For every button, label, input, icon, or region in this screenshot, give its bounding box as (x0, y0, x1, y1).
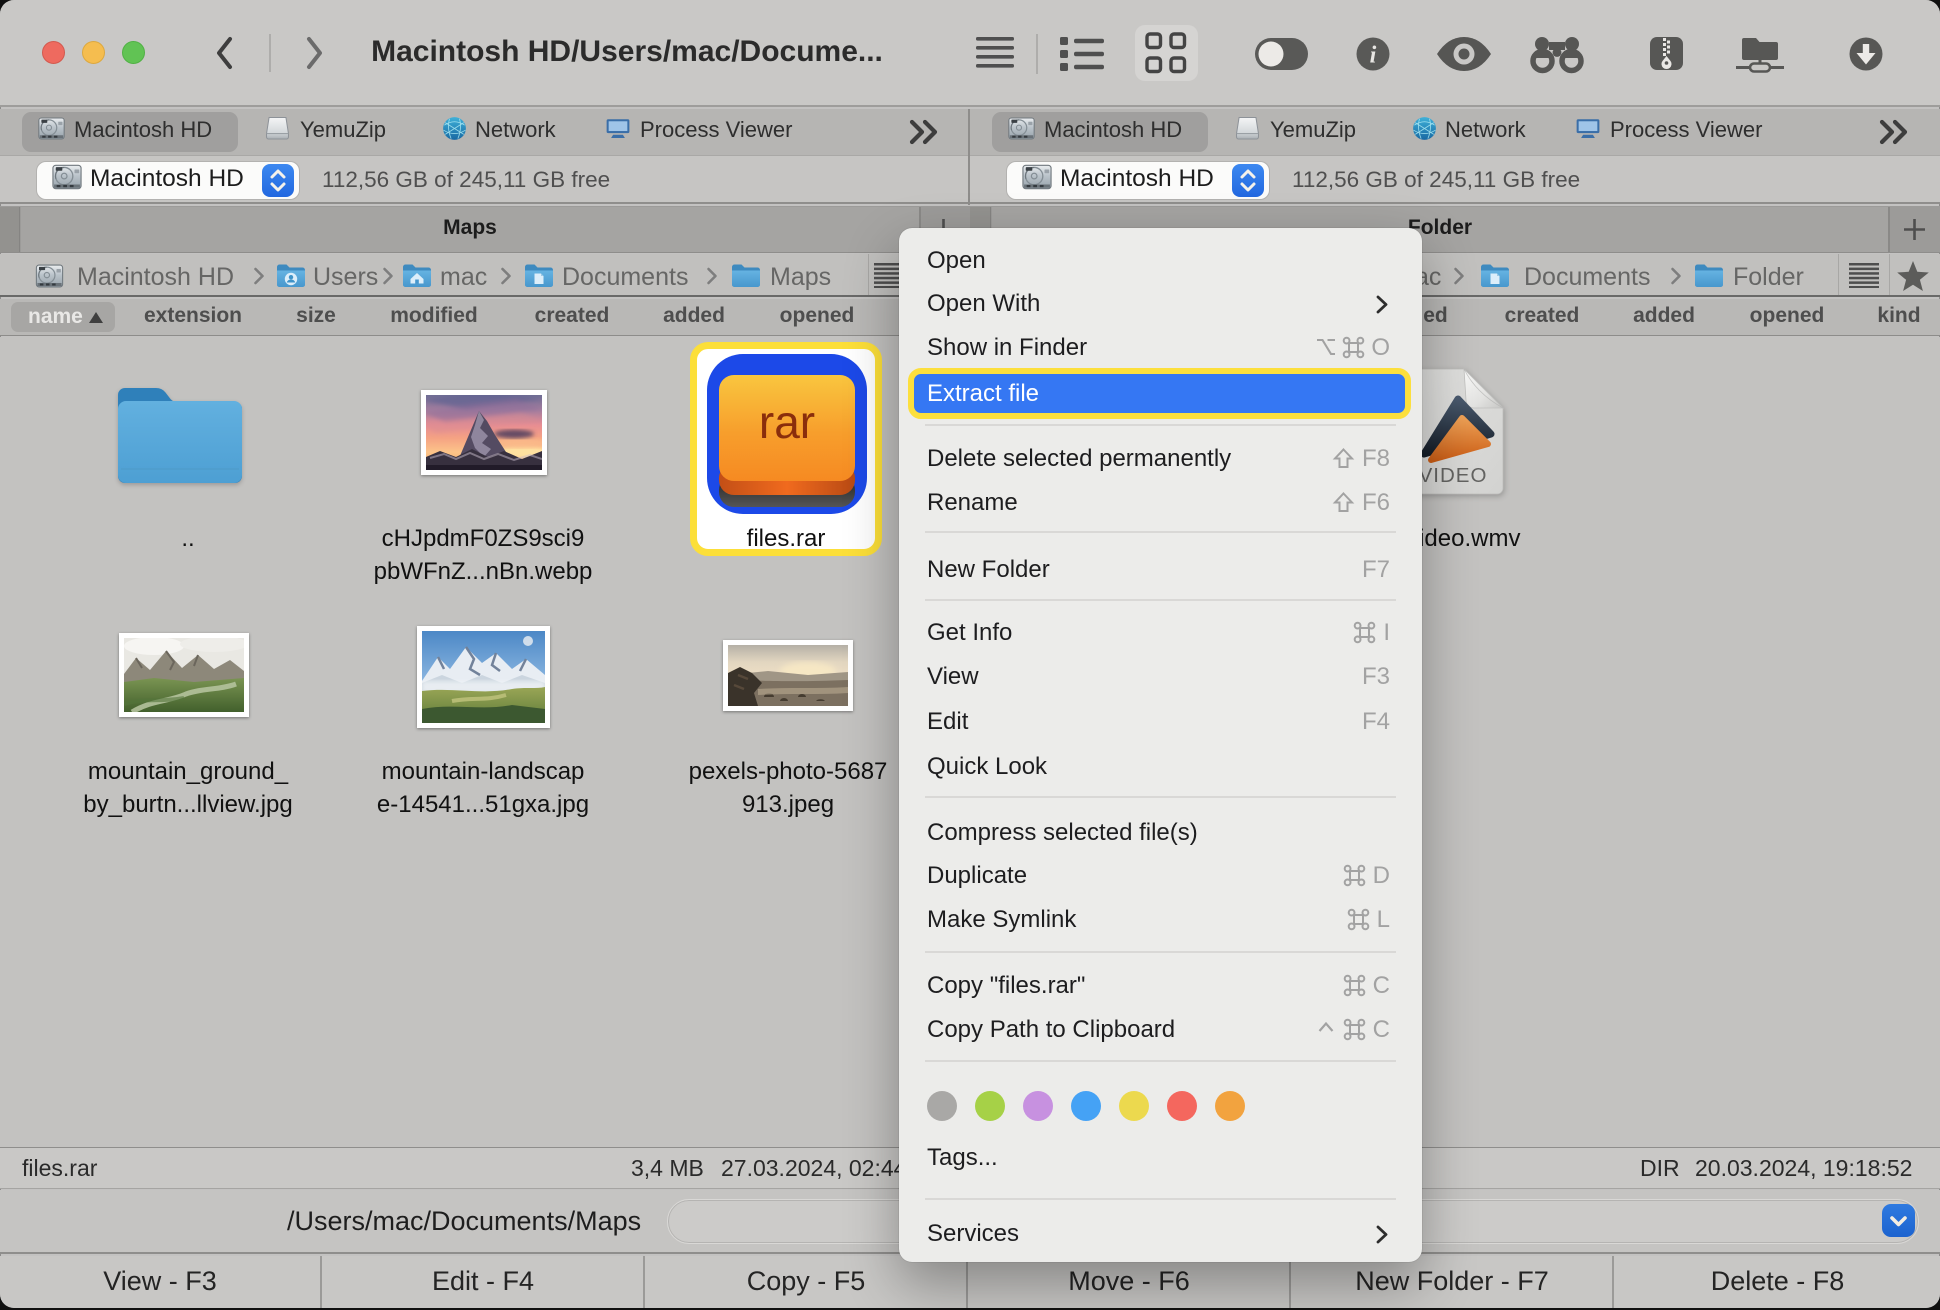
svg-text:VIDEO: VIDEO (1419, 464, 1488, 487)
svg-text:rar: rar (759, 396, 815, 448)
svg-text:i: i (1370, 43, 1377, 69)
